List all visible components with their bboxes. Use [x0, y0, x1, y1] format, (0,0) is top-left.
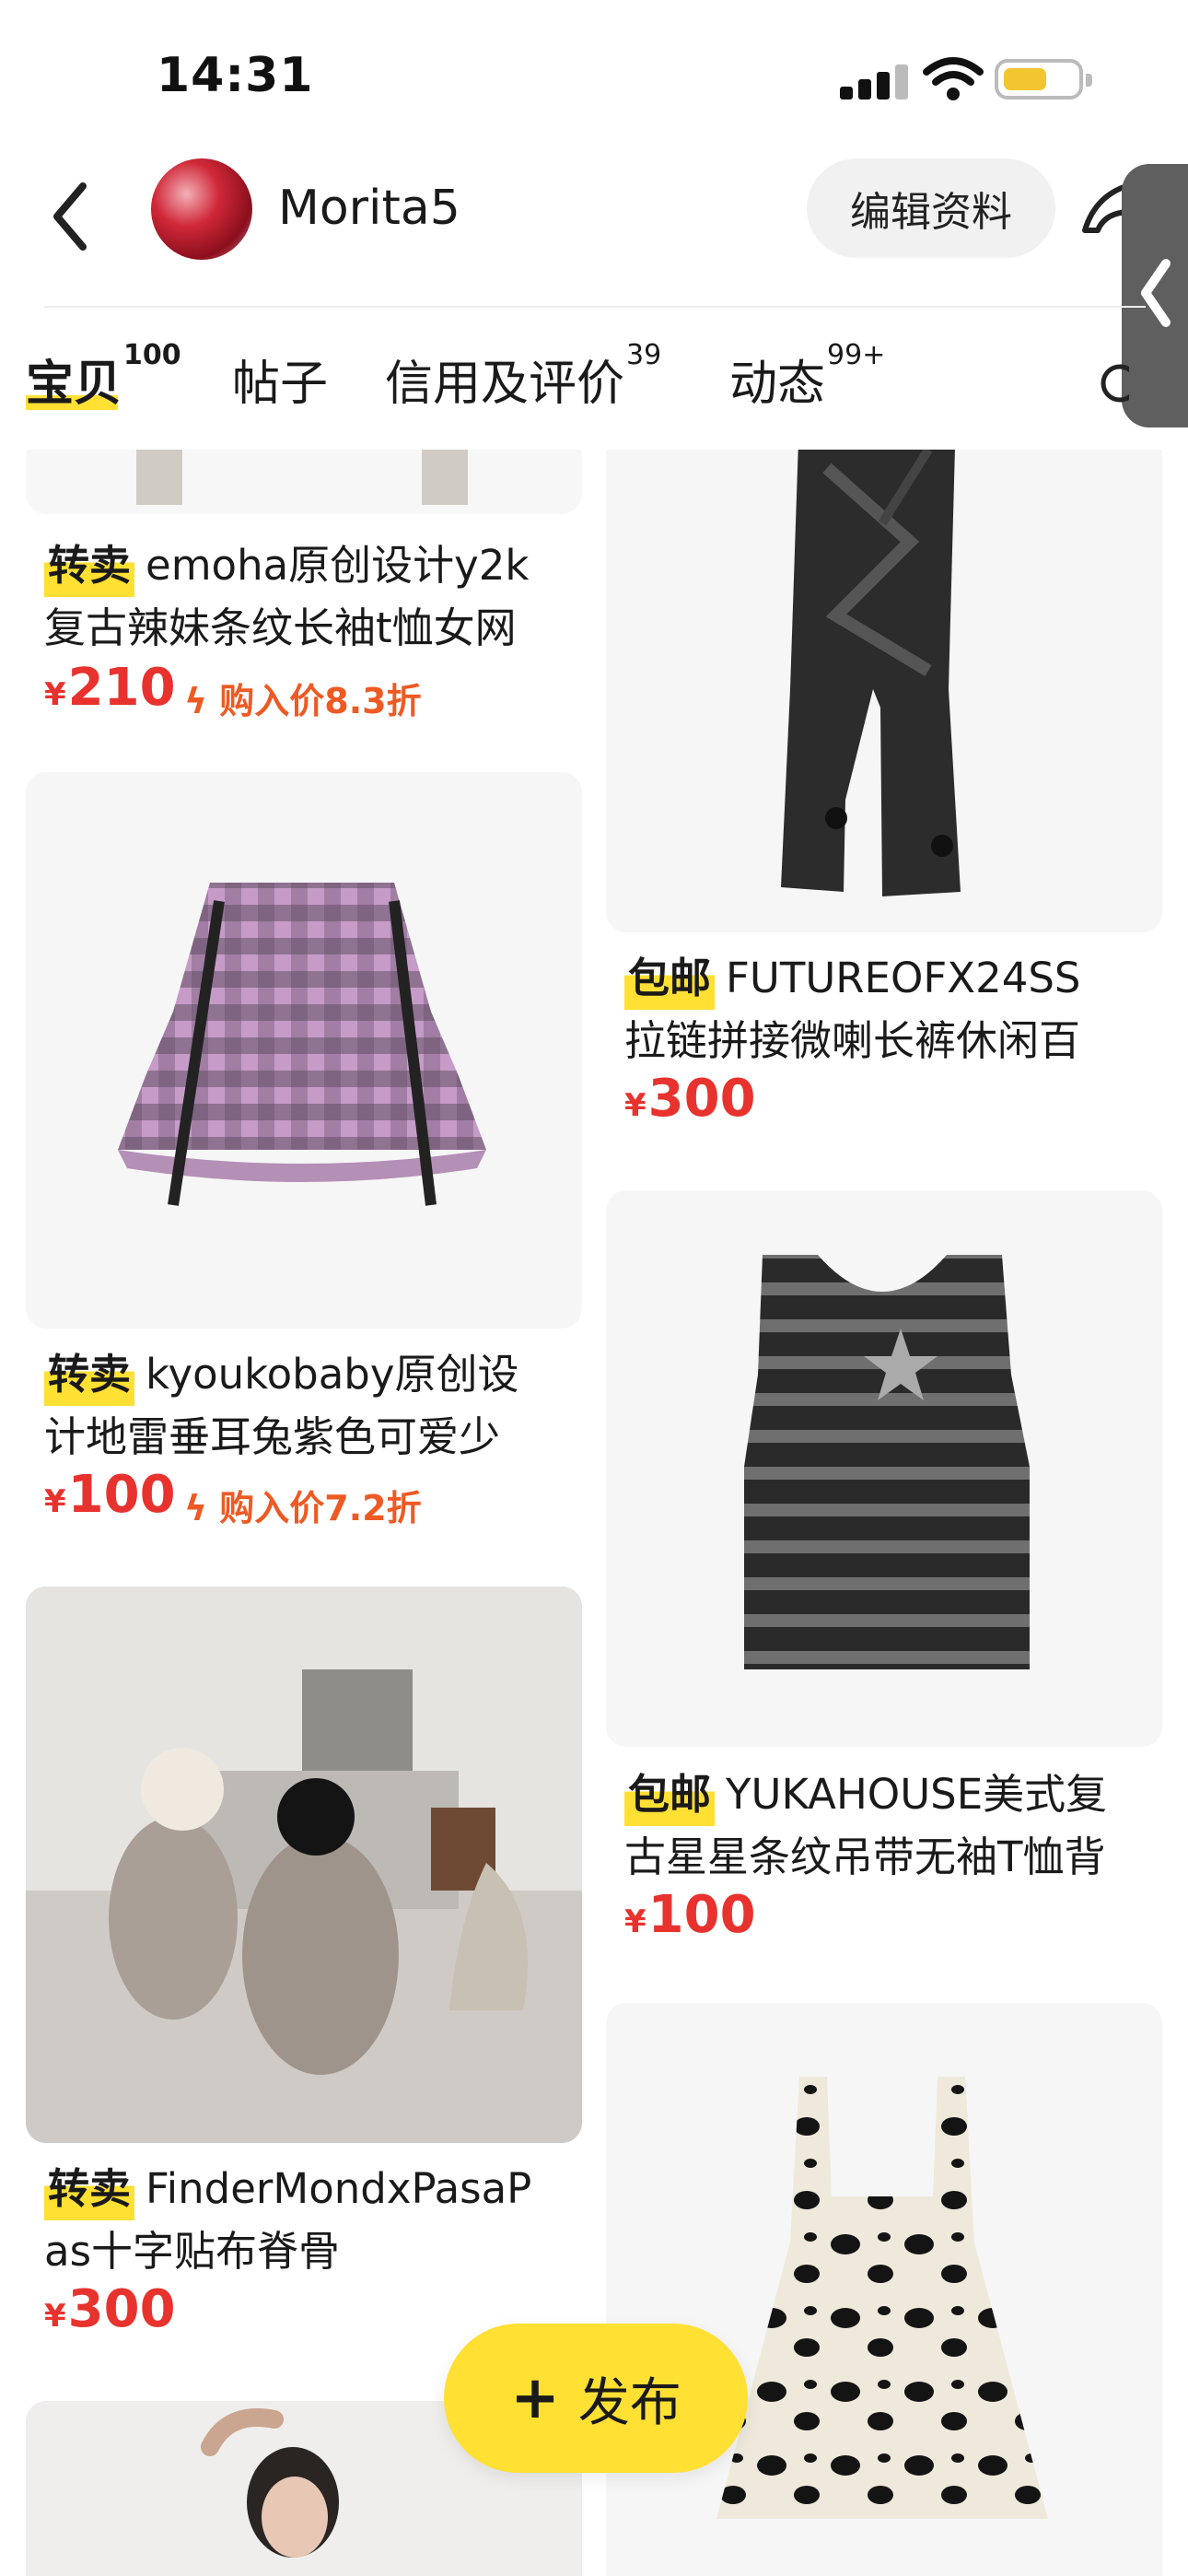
battery-icon [995, 59, 1092, 100]
two-models-bedroom-photo [26, 1587, 582, 2143]
product-image [606, 1190, 1162, 1747]
item-tag: 转卖 [44, 2158, 135, 2220]
purchase-discount: ϟ 购入价7.2折 [184, 1480, 422, 1530]
title-line: as十字贴布脊骨 [44, 2227, 341, 2276]
title-line: FinderMondxPasaP [146, 2164, 532, 2213]
product-price: ¥100 [624, 1885, 756, 1945]
title-line: FUTUREOFX24SS [726, 954, 1081, 1002]
purple-plaid-skirt-photo [118, 883, 486, 1206]
title-line: kyoukobaby原创设 [146, 1350, 519, 1399]
tab-label: 宝贝 [26, 357, 122, 412]
item-tag: 转卖 [44, 1343, 135, 1406]
tab-count: 99+ [827, 339, 886, 371]
status-bar: 14:31 [0, 0, 1188, 147]
tab-reviews[interactable]: 信用及评价39 [385, 339, 661, 414]
profile-tabs: 宝贝100 帖子 信用及评价39 动态99+ [0, 332, 1124, 442]
product-title: 转卖 FinderMondxPasaP as十字贴布脊骨 [44, 2158, 578, 2283]
tab-count: 39 [626, 339, 662, 371]
price-value: 210 [67, 658, 176, 718]
back-arrow-icon[interactable] [44, 175, 99, 258]
product-title: 包邮 FUTUREOFX24SS 拉链拼接微喇长裤休闲百 [624, 947, 1159, 1072]
product-image [26, 450, 582, 514]
title-line: 古星星条纹吊带无袖T恤背 [624, 1832, 1106, 1881]
product-image [606, 2003, 1162, 2576]
side-drawer-handle[interactable] [1122, 164, 1188, 427]
tab-items[interactable]: 宝贝100 [26, 339, 181, 414]
lightning-icon: ϟ [184, 681, 220, 721]
currency-symbol: ¥ [44, 1483, 66, 1520]
price-value: 100 [67, 1465, 176, 1525]
edit-profile-button[interactable]: 编辑资料 [807, 158, 1055, 258]
striped-tank-top-photo [744, 1255, 1030, 1669]
currency-symbol: ¥ [624, 1087, 646, 1124]
tab-activity[interactable]: 动态99+ [729, 339, 885, 414]
product-price: ¥100 [44, 1465, 176, 1525]
status-time: 14:31 [157, 48, 314, 103]
item-tag: 包邮 [624, 947, 716, 1010]
tab-count: 100 [123, 339, 181, 371]
currency-symbol: ¥ [624, 1903, 646, 1940]
cow-print-dress-photo [716, 2077, 1048, 2519]
cellular-signal-icon [840, 63, 914, 100]
title-line: 计地雷垂耳兔紫色可爱少 [44, 1412, 501, 1461]
tab-label: 信用及评价 [385, 357, 625, 412]
black-flared-pants-photo [781, 450, 961, 896]
tab-label: 动态 [729, 357, 826, 412]
title-line: 复古辣妹条纹长袖t恤女网 [44, 603, 517, 652]
product-card[interactable]: 包邮 YUKAHOUSE美式复 古星星条纹吊带无袖T恤背 ¥100 [606, 1190, 1162, 1946]
avatar[interactable] [151, 158, 252, 260]
product-image [26, 772, 582, 1329]
price-value: 100 [647, 1885, 756, 1945]
title-line: 拉链拼接微喇长裤休闲百 [624, 1016, 1081, 1065]
lightning-icon: ϟ [184, 1488, 220, 1528]
publish-button[interactable]: + 发布 [444, 2324, 748, 2473]
plus-icon: + [510, 2364, 560, 2432]
chevron-left-icon [1141, 259, 1171, 327]
product-price: ¥210 [44, 658, 176, 718]
title-line: YUKAHOUSE美式复 [726, 1770, 1108, 1819]
product-image [26, 1587, 582, 2143]
publish-label: 发布 [577, 2372, 681, 2433]
product-price: ¥300 [44, 2279, 176, 2339]
discount-text: 购入价8.3折 [219, 681, 422, 721]
tab-posts[interactable]: 帖子 [232, 345, 328, 414]
purchase-discount: ϟ 购入价8.3折 [184, 673, 422, 723]
product-card[interactable] [606, 2003, 1162, 2576]
price-value: 300 [647, 1069, 756, 1129]
product-price: ¥300 [624, 1069, 756, 1129]
currency-symbol: ¥ [44, 676, 66, 713]
product-title: 转卖 emoha原创设计y2k 复古辣妹条纹长袖t恤女网 [44, 534, 578, 660]
product-title: 转卖 kyoukobaby原创设 计地雷垂耳兔紫色可爱少 [44, 1343, 578, 1469]
currency-symbol: ¥ [44, 2298, 66, 2335]
price-value: 300 [67, 2279, 176, 2339]
username: Morita5 [278, 181, 460, 236]
product-title: 包邮 YUKAHOUSE美式复 古星星条纹吊带无袖T恤背 [624, 1763, 1159, 1889]
wifi-icon [923, 57, 984, 100]
product-card[interactable]: 转卖 FinderMondxPasaP as十字贴布脊骨 ¥300 [26, 1587, 582, 2342]
search-icon[interactable] [1092, 356, 1129, 411]
item-tag: 包邮 [624, 1763, 716, 1826]
title-line: emoha原创设计y2k [146, 541, 530, 590]
discount-text: 购入价7.2折 [219, 1488, 422, 1528]
product-image [606, 450, 1162, 932]
product-card[interactable]: 转卖 kyoukobaby原创设 计地雷垂耳兔紫色可爱少 ¥100 ϟ 购入价7.… [26, 772, 582, 1564]
tab-label: 帖子 [232, 357, 329, 412]
product-grid: 转卖 emoha原创设计y2k 复古辣妹条纹长袖t恤女网 ¥210 ϟ 购入价8.… [0, 450, 1188, 2576]
product-card[interactable]: 包邮 FUTUREOFX24SS 拉链拼接微喇长裤休闲百 ¥300 [606, 450, 1162, 1131]
header-divider [44, 306, 1146, 308]
item-tag: 转卖 [44, 534, 135, 597]
